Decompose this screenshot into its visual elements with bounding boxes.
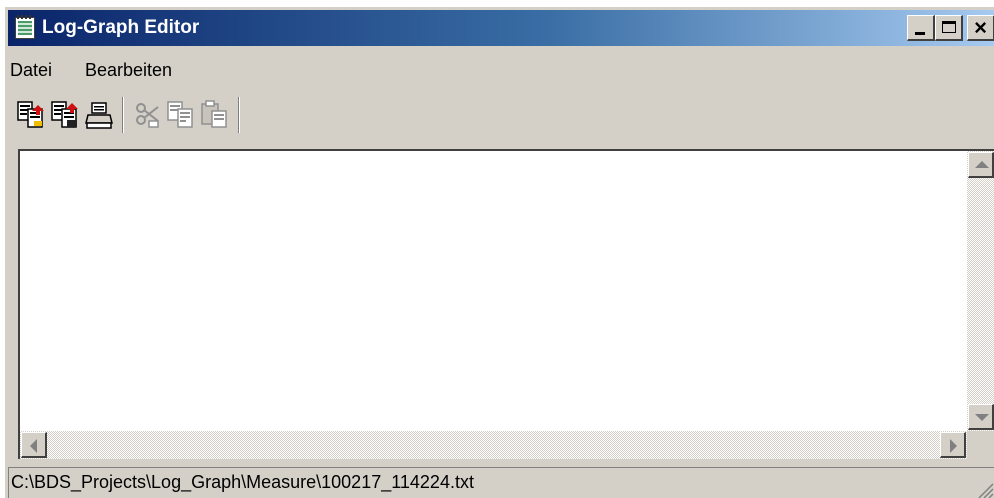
- vertical-scrollbar[interactable]: [967, 151, 994, 431]
- horizontal-scrollbar[interactable]: [20, 431, 967, 459]
- cut-button[interactable]: [132, 99, 162, 131]
- print-button[interactable]: [84, 99, 114, 131]
- arrow-up-icon: [975, 161, 989, 168]
- save-file-button[interactable]: [50, 99, 80, 131]
- paste-icon: [201, 100, 227, 128]
- status-panel: C:\BDS_Projects\Log_Graph\Measure\100217…: [8, 467, 994, 498]
- menu-bar: Datei Bearbeiten: [8, 57, 994, 85]
- status-bar: C:\BDS_Projects\Log_Graph\Measure\100217…: [8, 465, 994, 498]
- minimize-icon: [915, 32, 925, 35]
- maximize-button[interactable]: [935, 15, 963, 41]
- toolbar-separator: [238, 97, 240, 133]
- maximize-icon: [942, 21, 956, 33]
- minimize-button[interactable]: [907, 15, 935, 41]
- toolbar: [8, 91, 994, 143]
- text-editor[interactable]: [18, 149, 994, 459]
- print-icon: [85, 102, 113, 129]
- close-icon: ×: [974, 15, 987, 40]
- app-window: Log-Graph Editor × Datei Bearbeiten C:\B…: [4, 6, 994, 498]
- arrow-down-icon: [975, 414, 989, 421]
- scroll-right-button[interactable]: [940, 432, 966, 458]
- resize-grip-icon[interactable]: [974, 479, 994, 498]
- open-file-icon: [17, 101, 44, 128]
- scroll-left-button[interactable]: [21, 432, 47, 458]
- menu-datei[interactable]: Datei: [10, 60, 52, 81]
- open-file-button[interactable]: [16, 99, 46, 131]
- toolbar-separator: [122, 97, 124, 133]
- editor-content[interactable]: [22, 153, 965, 429]
- title-bar[interactable]: Log-Graph Editor ×: [8, 10, 994, 46]
- arrow-right-icon: [950, 439, 957, 453]
- copy-icon: [167, 101, 193, 128]
- window-title: Log-Graph Editor: [42, 17, 200, 38]
- scrollbar-corner: [967, 431, 994, 459]
- scroll-up-button[interactable]: [968, 152, 994, 178]
- notepad-app-icon[interactable]: [15, 15, 35, 39]
- close-button[interactable]: ×: [967, 15, 994, 41]
- status-file-path: C:\BDS_Projects\Log_Graph\Measure\100217…: [11, 472, 474, 492]
- paste-button[interactable]: [200, 99, 230, 131]
- copy-button[interactable]: [166, 99, 196, 131]
- scroll-down-button[interactable]: [968, 404, 994, 430]
- arrow-left-icon: [30, 439, 37, 453]
- save-file-icon: [51, 101, 78, 128]
- menu-bearbeiten[interactable]: Bearbeiten: [85, 60, 172, 81]
- cut-icon: [136, 103, 159, 128]
